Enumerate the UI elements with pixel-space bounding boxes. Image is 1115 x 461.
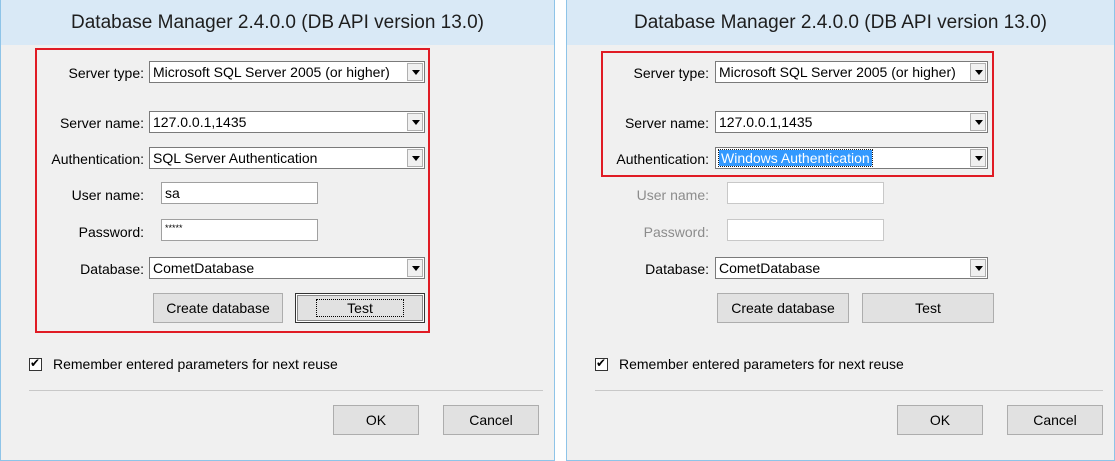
chevron-down-icon[interactable] <box>970 63 986 81</box>
remember-checkbox[interactable] <box>29 356 42 371</box>
server-type-select[interactable]: Microsoft SQL Server 2005 (or higher) <box>715 61 988 83</box>
user-name-value: sa <box>165 185 180 201</box>
chevron-down-icon[interactable] <box>407 113 423 131</box>
test-button[interactable]: Test <box>862 293 994 323</box>
server-name-label: Server name: <box>59 115 144 131</box>
dialog-body: Server type: Microsoft SQL Server 2005 (… <box>1 45 554 460</box>
authentication-select[interactable]: SQL Server Authentication <box>149 147 425 169</box>
server-name-select[interactable]: 127.0.0.1,1435 <box>149 111 425 133</box>
server-type-label: Server type: <box>68 65 144 81</box>
database-label: Database: <box>80 261 144 277</box>
server-type-value: Microsoft SQL Server 2005 (or higher) <box>153 64 390 80</box>
chevron-down-icon[interactable] <box>407 149 423 167</box>
remember-checkbox[interactable] <box>595 356 608 371</box>
window-title: Database Manager 2.4.0.0 (DB API version… <box>71 12 484 33</box>
authentication-value: SQL Server Authentication <box>153 150 318 166</box>
test-button[interactable]: Test <box>295 293 425 323</box>
server-type-value: Microsoft SQL Server 2005 (or higher) <box>719 64 956 80</box>
database-manager-dialog-windows-auth: Database Manager 2.4.0.0 (DB API version… <box>566 0 1115 461</box>
chevron-down-icon[interactable] <box>407 63 423 81</box>
authentication-label: Authentication: <box>616 151 709 167</box>
server-name-value: 127.0.0.1,1435 <box>719 114 813 130</box>
create-database-button[interactable]: Create database <box>717 293 849 323</box>
server-name-value: 127.0.0.1,1435 <box>153 114 247 130</box>
chevron-down-icon[interactable] <box>970 113 986 131</box>
chevron-down-icon[interactable] <box>407 259 423 277</box>
window-title: Database Manager 2.4.0.0 (DB API version… <box>634 12 1047 33</box>
password-label: Password: <box>78 224 144 240</box>
password-value: ***** <box>165 223 183 233</box>
database-value: CometDatabase <box>153 260 255 276</box>
cancel-button[interactable]: Cancel <box>443 405 539 435</box>
remember-label: Remember entered parameters for next reu… <box>619 356 904 372</box>
server-name-select[interactable]: 127.0.0.1,1435 <box>715 111 988 133</box>
test-button-label: Test <box>316 299 404 317</box>
dialog-body: Server type: Microsoft SQL Server 2005 (… <box>567 45 1114 460</box>
password-input[interactable] <box>727 219 884 241</box>
database-manager-dialog-sql-auth: Database Manager 2.4.0.0 (DB API version… <box>0 0 555 461</box>
chevron-down-icon[interactable] <box>970 149 986 167</box>
remember-label: Remember entered parameters for next reu… <box>53 356 338 372</box>
authentication-label: Authentication: <box>51 151 144 167</box>
database-select[interactable]: CometDatabase <box>715 257 988 279</box>
chevron-down-icon[interactable] <box>970 259 986 277</box>
authentication-value: Windows Authentication <box>718 149 873 167</box>
server-type-label: Server type: <box>633 65 709 81</box>
create-database-button[interactable]: Create database <box>153 293 283 323</box>
user-name-label: User name: <box>636 187 709 203</box>
database-label: Database: <box>645 261 709 277</box>
divider <box>595 390 1103 391</box>
user-name-input[interactable]: sa <box>161 182 318 204</box>
divider <box>29 390 543 391</box>
user-name-label: User name: <box>71 187 144 203</box>
user-name-input[interactable] <box>727 182 884 204</box>
ok-button[interactable]: OK <box>897 405 983 435</box>
database-select[interactable]: CometDatabase <box>149 257 425 279</box>
ok-button[interactable]: OK <box>333 405 419 435</box>
password-label: Password: <box>643 224 709 240</box>
server-name-label: Server name: <box>624 115 709 131</box>
password-input[interactable]: ***** <box>161 219 318 241</box>
cancel-button[interactable]: Cancel <box>1007 405 1103 435</box>
server-type-select[interactable]: Microsoft SQL Server 2005 (or higher) <box>149 61 425 83</box>
authentication-select[interactable]: Windows Authentication <box>715 147 988 169</box>
database-value: CometDatabase <box>719 260 821 276</box>
